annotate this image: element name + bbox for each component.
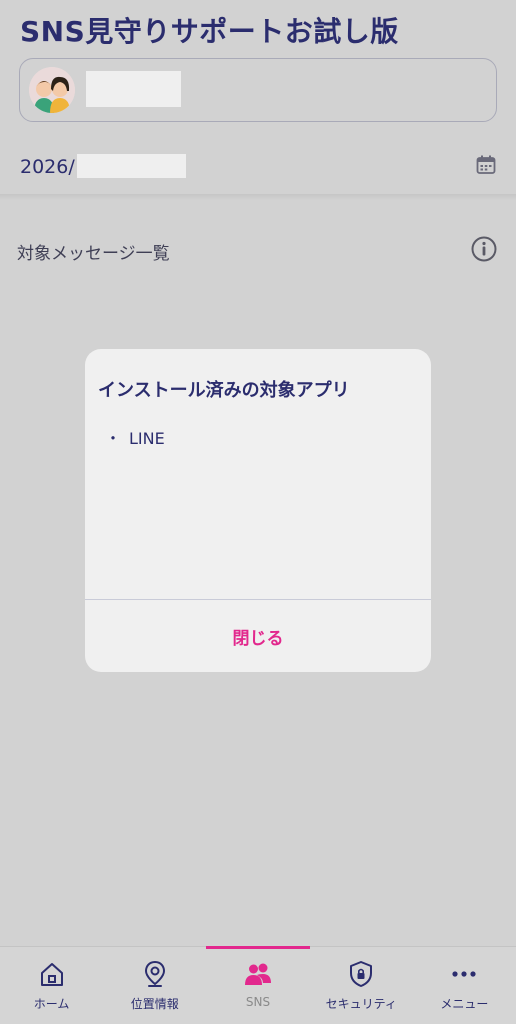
tab-label: SNS <box>245 995 271 1009</box>
calendar-icon[interactable] <box>476 155 496 175</box>
people-icon <box>245 963 271 985</box>
list-item: ・ LINE <box>105 425 165 449</box>
date-text: 2026/ <box>20 156 75 178</box>
date-selector[interactable]: 2026/ <box>0 128 516 196</box>
tab-label: セキュリティ <box>325 997 397 1011</box>
shield-lock-icon <box>350 961 373 987</box>
profile-selector[interactable] <box>19 58 497 122</box>
avatar <box>29 67 75 113</box>
name-redacted <box>86 71 181 107</box>
app-name: LINE <box>129 429 165 448</box>
tab-label: メニュー <box>440 997 489 1011</box>
tab-label: ホーム <box>33 997 70 1011</box>
tab-home[interactable]: ホーム <box>0 947 103 1024</box>
more-dots-icon <box>452 971 477 977</box>
app-title: SNS見守りサポートお試し版 <box>20 15 399 48</box>
bullet: ・ <box>105 429 122 448</box>
tab-label: 位置情報 <box>130 997 179 1011</box>
active-tab-indicator <box>206 946 310 949</box>
section-label: 対象メッセージ一覧 <box>17 244 170 264</box>
tab-menu[interactable]: メニュー <box>413 947 516 1024</box>
dialog-title: インストール済みの対象アプリ <box>98 380 350 401</box>
date-redacted <box>77 154 186 178</box>
tab-sns[interactable]: SNS <box>206 946 310 1024</box>
tab-location[interactable]: 位置情報 <box>103 947 206 1024</box>
bottom-tab-bar: ホーム 位置情報 SNS セキュリティ メニュー <box>0 946 516 1024</box>
close-button[interactable]: 閉じる <box>85 600 431 672</box>
tab-security[interactable]: セキュリティ <box>310 947 413 1024</box>
divider <box>0 194 516 200</box>
installed-apps-dialog: インストール済みの対象アプリ ・ LINE 閉じる <box>85 349 431 672</box>
info-icon[interactable] <box>471 236 497 262</box>
location-pin-icon <box>144 960 165 987</box>
home-icon <box>40 963 63 986</box>
